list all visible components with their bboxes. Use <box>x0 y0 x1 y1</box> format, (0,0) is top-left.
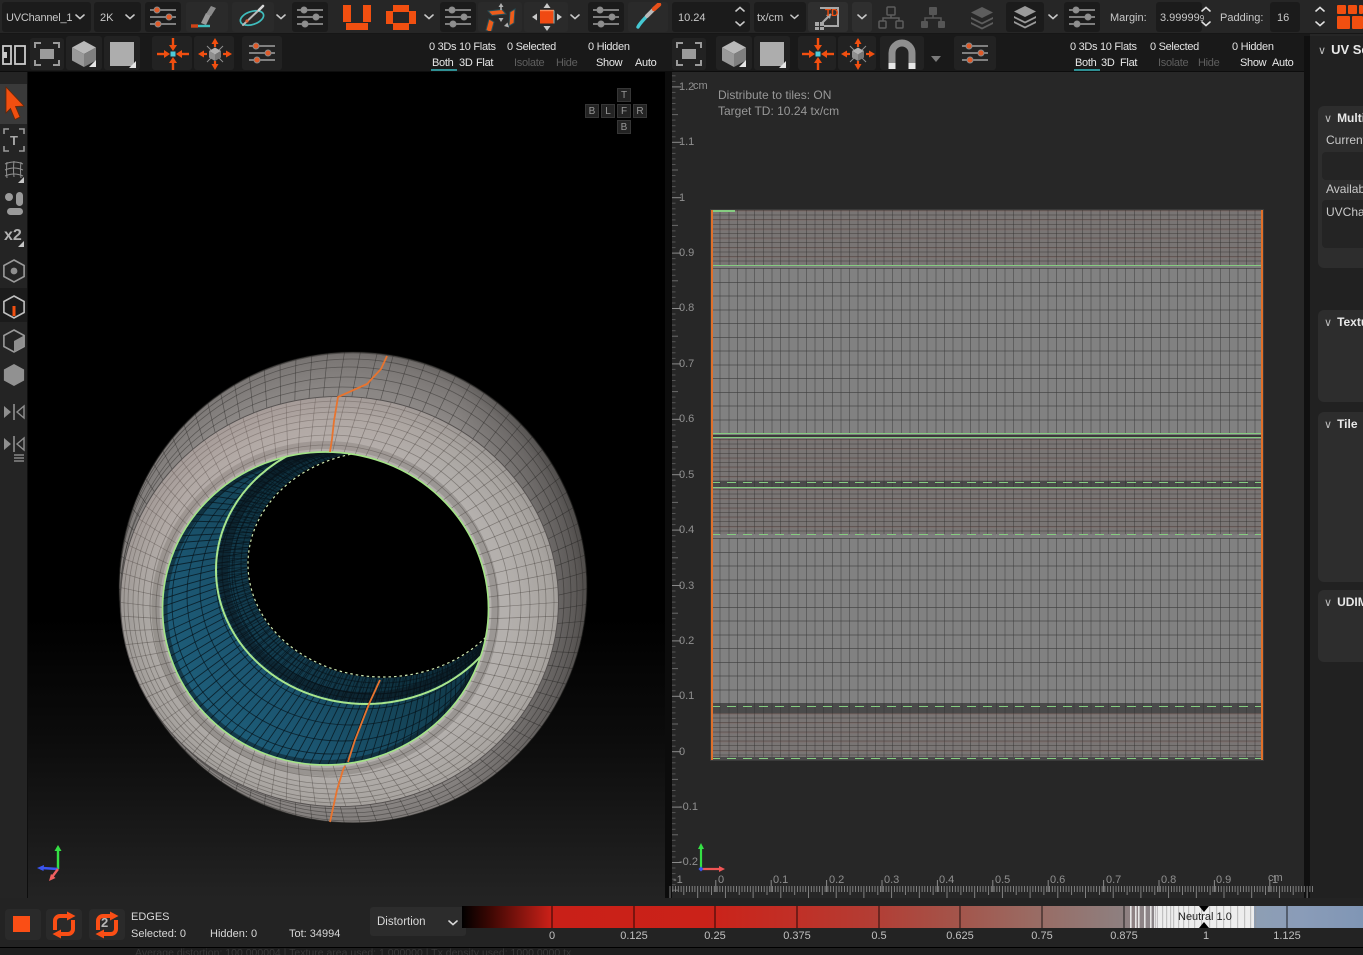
svg-text:T: T <box>10 133 18 148</box>
svg-text:x2: x2 <box>4 227 22 244</box>
svg-text:TD: TD <box>825 8 838 19</box>
